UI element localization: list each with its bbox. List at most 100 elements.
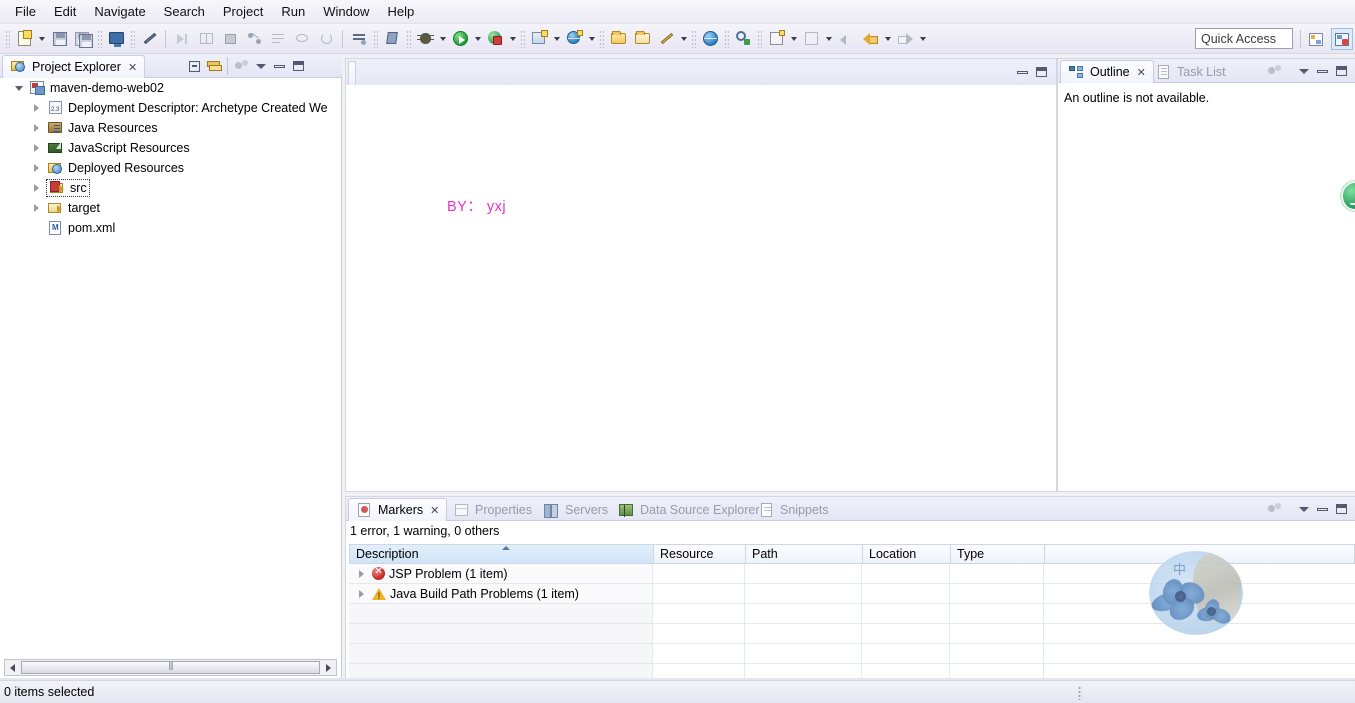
new-wizard-dropdown-arrow-icon[interactable] — [823, 28, 834, 50]
link-with-editor-icon[interactable] — [205, 58, 222, 75]
previous-annotation-icon[interactable] — [835, 28, 857, 50]
back-dropdown-arrow-icon[interactable] — [882, 28, 893, 50]
debug-icon[interactable] — [414, 28, 436, 50]
new-java-project-icon[interactable] — [528, 28, 550, 50]
focus-on-active-task-icon[interactable] — [233, 58, 250, 75]
close-icon[interactable]: ✕ — [430, 504, 439, 517]
menu-item-navigate[interactable]: Navigate — [85, 1, 154, 22]
column-header-description[interactable]: Description — [350, 545, 654, 563]
pen-dropdown-arrow-icon[interactable] — [678, 28, 689, 50]
twisty-closed-icon[interactable] — [30, 102, 43, 115]
new-wizard-icon[interactable] — [800, 28, 822, 50]
menu-item-run[interactable]: Run — [272, 1, 314, 22]
tab-markers[interactable]: Markers ✕ — [348, 498, 448, 521]
twisty-closed-icon[interactable] — [355, 567, 368, 580]
twisty-closed-icon[interactable] — [30, 202, 43, 215]
maximize-icon[interactable] — [1033, 64, 1050, 81]
tree-item-maven-demo-web02[interactable]: maven-demo-web02 — [0, 78, 341, 98]
new-dropdown-arrow-icon[interactable] — [36, 28, 47, 50]
menu-item-file[interactable]: File — [6, 1, 45, 22]
toolbar-grip-5[interactable] — [406, 29, 411, 48]
view-menu-icon[interactable] — [1295, 501, 1312, 518]
twisty-closed-icon[interactable] — [30, 142, 43, 155]
back-icon[interactable] — [859, 28, 881, 50]
validate-icon[interactable] — [381, 28, 403, 50]
minimize-icon[interactable] — [1314, 63, 1331, 80]
menu-item-search[interactable]: Search — [155, 1, 214, 22]
step-icon[interactable] — [171, 28, 193, 50]
toolbar-grip-7[interactable] — [599, 29, 604, 48]
tree-item-src[interactable]: src — [0, 178, 341, 198]
maximize-icon[interactable] — [1333, 501, 1350, 518]
tree-item-java-resources[interactable]: Java Resources — [0, 118, 341, 138]
markers-table[interactable]: Description Resource Path Location Type — [349, 544, 1355, 678]
tab-servers[interactable]: Servers — [536, 498, 615, 521]
maximize-icon[interactable] — [290, 58, 307, 75]
table-row[interactable]: JSP Problem (1 item) — [349, 564, 1355, 584]
java-ee-perspective-icon[interactable] — [1331, 28, 1353, 50]
scroll-left-icon[interactable] — [5, 660, 20, 675]
run-dropdown-arrow-icon[interactable] — [472, 28, 483, 50]
toolbar-grip-3[interactable] — [130, 29, 135, 48]
toolbar-grip-4[interactable] — [373, 29, 378, 48]
view-menu-icon[interactable] — [1295, 63, 1312, 80]
editor-tab[interactable] — [348, 61, 356, 85]
project-explorer-tree[interactable]: maven-demo-web02 Deployment Descriptor: … — [0, 78, 341, 654]
minimize-icon[interactable] — [1314, 501, 1331, 518]
tab-snippets[interactable]: Snippets — [751, 498, 836, 521]
run-last-tool-icon[interactable] — [348, 28, 370, 50]
menu-item-project[interactable]: Project — [214, 1, 272, 22]
folder-icon[interactable] — [631, 28, 653, 50]
pen-icon[interactable] — [655, 28, 677, 50]
save-all-icon[interactable] — [72, 28, 94, 50]
table-row[interactable]: Java Build Path Problems (1 item) — [349, 584, 1355, 604]
terminate-icon[interactable] — [219, 28, 241, 50]
toolbar-grip-2[interactable] — [97, 29, 102, 48]
table-row[interactable] — [349, 644, 1355, 664]
restore-icon[interactable] — [1014, 64, 1031, 81]
toolbar-grip-9[interactable] — [724, 29, 729, 48]
new-class-icon[interactable] — [563, 28, 585, 50]
tree-item-pom-xml[interactable]: pom.xml — [0, 218, 341, 238]
view-menu-icon[interactable] — [252, 58, 269, 75]
tree-item-deployed-resources[interactable]: Deployed Resources — [0, 158, 341, 178]
tab-data-source-explorer[interactable]: Data Source Explorer — [611, 498, 767, 521]
quick-access-input[interactable]: Quick Access — [1195, 28, 1293, 49]
tab-outline[interactable]: Outline ✕ — [1060, 60, 1154, 83]
status-grip[interactable] — [1078, 686, 1082, 700]
table-row[interactable] — [349, 664, 1355, 678]
column-header-path[interactable]: Path — [746, 545, 863, 563]
close-icon[interactable]: ✕ — [128, 61, 137, 74]
twisty-closed-icon[interactable] — [30, 162, 43, 175]
sync-icon[interactable] — [291, 28, 313, 50]
column-header-location[interactable]: Location — [863, 545, 951, 563]
focus-on-active-task-icon[interactable] — [1266, 63, 1283, 80]
profile-icon[interactable] — [484, 28, 506, 50]
toolbar-grip-10[interactable] — [757, 29, 762, 48]
console-icon[interactable] — [105, 28, 127, 50]
open-folder-icon[interactable] — [607, 28, 629, 50]
table-row[interactable] — [349, 604, 1355, 624]
toolbar-grip[interactable] — [5, 29, 10, 48]
tab-project-explorer[interactable]: Project Explorer ✕ — [2, 55, 146, 78]
collapse-all-icon[interactable] — [186, 58, 203, 75]
new-jsp-dropdown-arrow-icon[interactable] — [788, 28, 799, 50]
menu-item-help[interactable]: Help — [378, 1, 423, 22]
run-icon[interactable] — [449, 28, 471, 50]
menu-item-window[interactable]: Window — [314, 1, 378, 22]
scroll-right-icon[interactable] — [321, 660, 336, 675]
open-perspective-icon[interactable] — [1305, 28, 1327, 50]
refresh-icon[interactable] — [315, 28, 337, 50]
web-browser-icon[interactable] — [699, 28, 721, 50]
new-project-dropdown-arrow-icon[interactable] — [551, 28, 562, 50]
forward-dropdown-arrow-icon[interactable] — [917, 28, 928, 50]
twisty-open-icon[interactable] — [12, 82, 25, 95]
columns-icon[interactable] — [195, 28, 217, 50]
twisty-closed-icon[interactable] — [30, 182, 43, 195]
twisty-closed-icon[interactable] — [355, 587, 368, 600]
tree-item-target[interactable]: target — [0, 198, 341, 218]
link-nodes-icon[interactable] — [243, 28, 265, 50]
new-document-icon[interactable] — [13, 28, 35, 50]
twisty-closed-icon[interactable] — [30, 122, 43, 135]
tree-item-deployment-descriptor[interactable]: Deployment Descriptor: Archetype Created… — [0, 98, 341, 118]
